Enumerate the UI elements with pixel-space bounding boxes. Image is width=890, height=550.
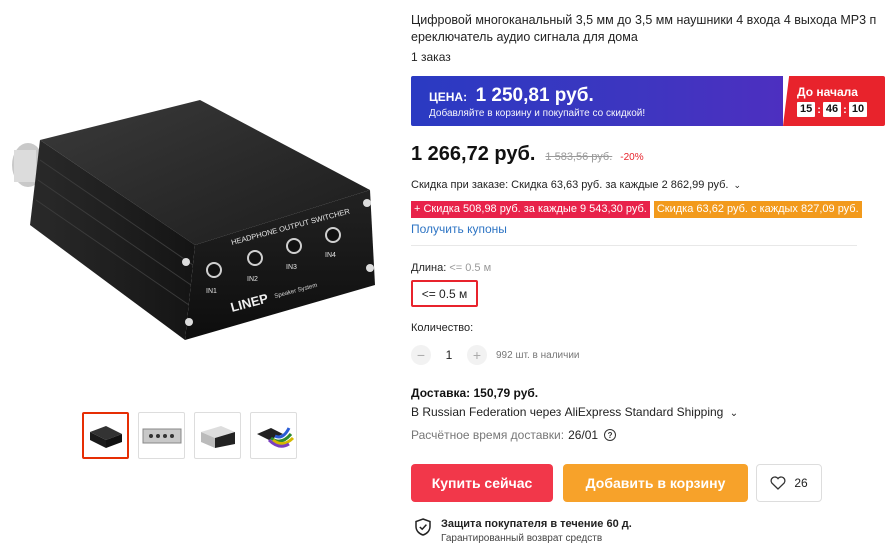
discount-tag-red-text: Скидка 508,98 руб. за каждые 9 543,30 ру… xyxy=(423,203,647,215)
promo-price-block: ЦЕНА: 1 250,81 руб. Добавляйте в корзину… xyxy=(411,76,783,126)
delivery-time-label: Расчётное время доставки: xyxy=(411,428,565,442)
jack-label-in3: IN3 xyxy=(286,264,297,271)
chevron-down-icon: ⌄ xyxy=(729,408,739,419)
quantity-value[interactable]: 1 xyxy=(431,348,467,362)
thumbnail-strip xyxy=(82,412,297,459)
shipping-method-dropdown[interactable]: В Russian Federation через AliExpress St… xyxy=(411,405,738,419)
wishlist-button[interactable]: 26 xyxy=(756,464,822,502)
help-icon[interactable]: ? xyxy=(604,429,617,441)
shipping-method-text: В Russian Federation через AliExpress St… xyxy=(411,405,724,419)
shield-check-icon xyxy=(415,518,431,536)
quantity-plus-button[interactable]: + xyxy=(467,345,487,365)
buy-now-button[interactable]: Купить сейчас xyxy=(411,464,553,502)
jack-label-in1: IN1 xyxy=(206,288,217,295)
order-discount-dropdown[interactable]: Скидка при заказе: Скидка 63,63 руб. за … xyxy=(411,179,741,191)
shipping-cost: Доставка: 150,79 руб. xyxy=(411,386,539,400)
get-coupons-link[interactable]: Получить купоны xyxy=(411,222,507,236)
quantity-stepper: − 1 + 992 шт. в наличии xyxy=(411,345,580,365)
thumbnail-2[interactable] xyxy=(138,412,185,459)
delivery-time-value: 26/01 xyxy=(568,428,599,442)
protection-subtitle: Гарантированный возврат средств xyxy=(441,533,603,544)
promo-price: 1 250,81 руб. xyxy=(475,85,594,106)
length-selected-value: <= 0.5 м xyxy=(449,262,492,274)
stock-count: 992 шт. в наличии xyxy=(496,349,580,361)
timer-hours: 15 xyxy=(797,102,816,117)
timer-separator: : xyxy=(843,103,847,116)
order-count: 1 заказ xyxy=(411,50,451,64)
timer-minutes: 46 xyxy=(822,102,842,117)
timer-seconds: 10 xyxy=(848,102,868,117)
heart-icon xyxy=(770,476,786,490)
countdown-timer: 15 : 46 : 10 xyxy=(797,102,885,117)
jack-label-in2: IN2 xyxy=(247,276,258,283)
promo-price-label: ЦЕНА: xyxy=(429,90,468,104)
discount-tag-orange[interactable]: Скидка 63,62 руб. с каждых 827,09 руб. xyxy=(653,201,862,218)
old-price: 1 583,56 руб. xyxy=(545,151,613,163)
quantity-minus-button[interactable]: − xyxy=(411,345,431,365)
product-photo: HEADPHONE OUTPUT SWITCHER IN1 IN2 IN3 IN… xyxy=(12,100,375,340)
product-title: Цифровой многоканальный 3,5 мм до 3,5 мм… xyxy=(411,13,877,44)
protection-title: Защита покупателя в течение 60 д. xyxy=(441,518,632,530)
wishlist-count: 26 xyxy=(794,476,808,490)
discount-percent: -20% xyxy=(620,152,644,163)
promo-banner[interactable]: ЦЕНА: 1 250,81 руб. Добавляйте в корзину… xyxy=(411,76,885,126)
quantity-label: Количество: xyxy=(411,322,474,334)
length-option[interactable]: <= 0.5 м xyxy=(411,280,478,307)
add-to-cart-button[interactable]: Добавить в корзину xyxy=(563,464,748,502)
price-row: 1 266,72 руб. 1 583,56 руб. -20% xyxy=(411,143,644,166)
delivery-time: Расчётное время доставки: 26/01 ? xyxy=(411,428,617,442)
countdown-block: До начала 15 : 46 : 10 xyxy=(783,76,885,126)
length-label-text: Длина: xyxy=(411,262,447,274)
promo-subtitle: Добавляйте в корзину и покупайте со скид… xyxy=(429,108,646,119)
thumbnail-3[interactable] xyxy=(194,412,241,459)
timer-separator: : xyxy=(817,103,821,116)
chevron-down-icon: ⌄ xyxy=(733,180,742,190)
product-main-image[interactable]: HEADPHONE OUTPUT SWITCHER IN1 IN2 IN3 IN… xyxy=(0,0,390,400)
length-label: Длина: <= 0.5 м xyxy=(411,262,491,274)
divider xyxy=(411,245,857,246)
order-discount-text: Скидка при заказе: Скидка 63,63 руб. за … xyxy=(411,179,729,191)
jack-label-in4: IN4 xyxy=(325,252,336,259)
thumbnail-4[interactable] xyxy=(250,412,297,459)
thumbnail-1[interactable] xyxy=(82,412,129,459)
discount-tag-red[interactable]: + Скидка 508,98 руб. за каждые 9 543,30 … xyxy=(411,201,650,218)
countdown-label: До начала xyxy=(797,85,858,99)
discount-tags: + Скидка 508,98 руб. за каждые 9 543,30 … xyxy=(411,201,862,218)
current-price: 1 266,72 руб. xyxy=(411,143,536,165)
buyer-protection: Защита покупателя в течение 60 д. Гарант… xyxy=(415,518,632,544)
